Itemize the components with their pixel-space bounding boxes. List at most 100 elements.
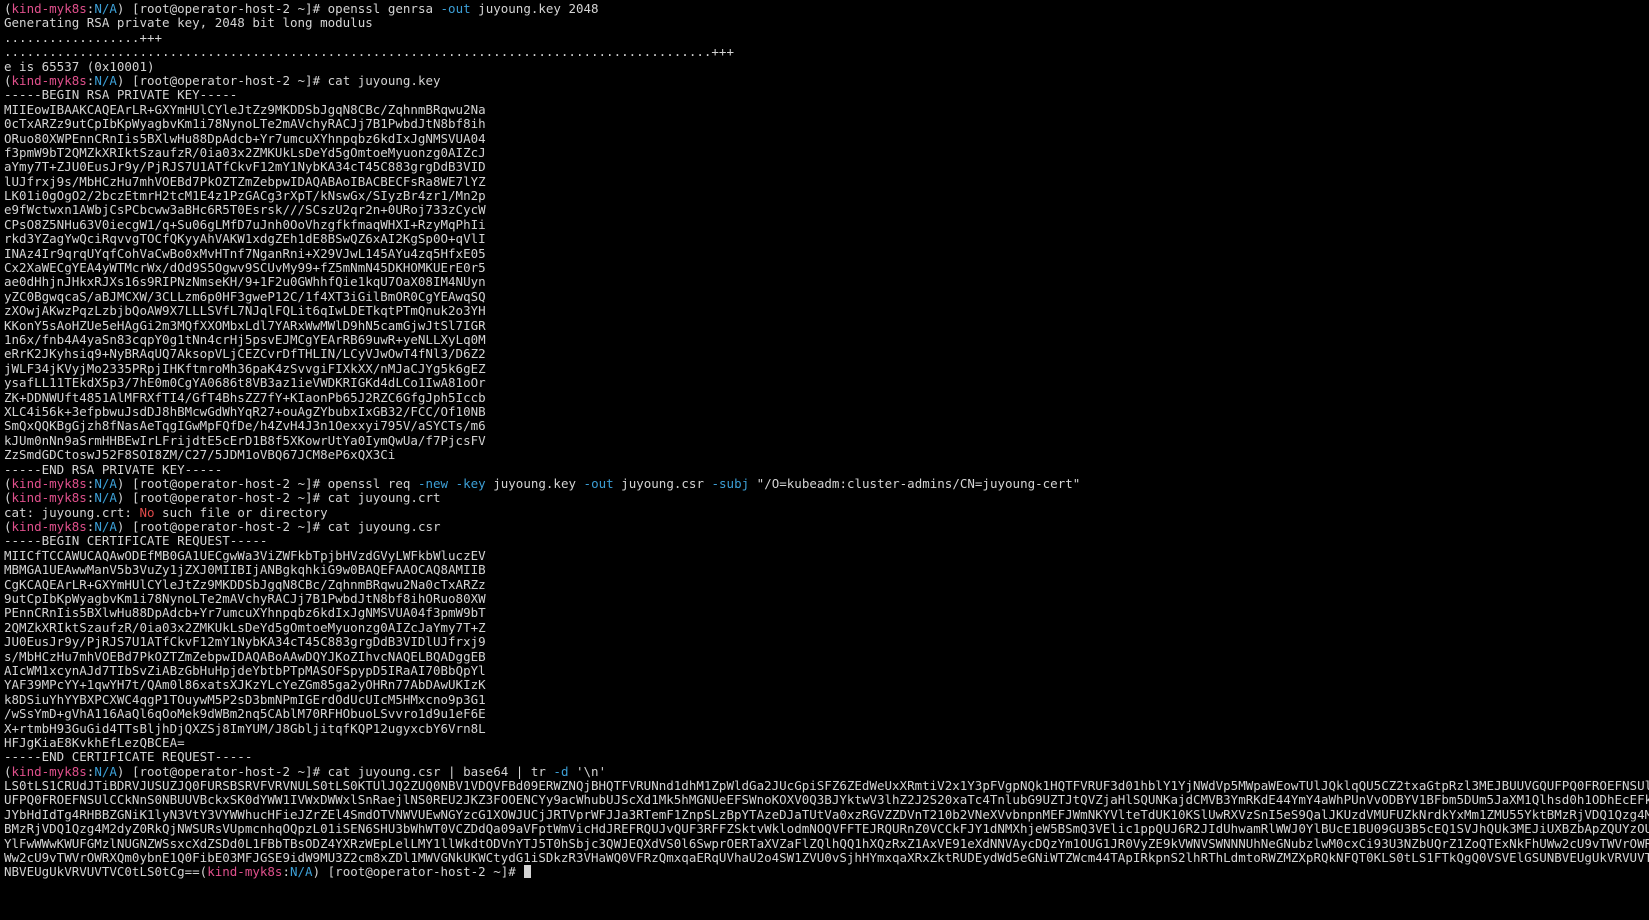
output-text: s/MbHCzHu7mhVOEBd7PkOZTZmZebpwIDAQABoAAw… bbox=[4, 649, 486, 664]
output-text: Cx2XaWECgYEA4yWTMcrWx/dOd9S5Ogwv9SCUvMy9… bbox=[4, 261, 486, 276]
output-text: INAz4Ir9qrqUYqfCohVaCwBo0xMvHTnf7NganRni… bbox=[4, 246, 486, 261]
output-line: -----END RSA PRIVATE KEY----- bbox=[4, 463, 1649, 477]
output-line: ae0dHhjnJHkxRJXs16s9RIPNzNmseKH/9+1F2u0G… bbox=[4, 275, 1649, 289]
terminal-window[interactable]: (kind-myk8s:N/A) [root@operator-host-2 ~… bbox=[4, 2, 1649, 920]
command-line: (kind-myk8s:N/A) [root@operator-host-2 ~… bbox=[4, 520, 1649, 534]
output-text: YlFwWWwKWUFGMzlNUGNZWSsxcXdZSDd0L1FBbTBs… bbox=[4, 836, 1649, 851]
prompt-host: [root@operator-host-2 ~]# bbox=[131, 491, 328, 506]
output-line: e is 65537 (0x10001) bbox=[4, 60, 1649, 74]
prompt-paren: ( bbox=[4, 520, 12, 535]
command-text: cat juyoung.crt bbox=[327, 491, 441, 506]
prompt-paren: ( bbox=[4, 764, 12, 779]
output-line: ORuo80XWPEnnCRnIis5BXlwHu88DpAdcb+Yr7umc… bbox=[4, 132, 1649, 146]
error-text: No bbox=[139, 505, 155, 520]
output-line: jWLF34jKVyjMo2335PRpjIHKftmroMh36paK4zSv… bbox=[4, 362, 1649, 376]
output-line: LK01i0gOgO2/2bczEtmrH2tcM1E4z1PzGACg3rXp… bbox=[4, 189, 1649, 203]
output-line: KKonY5sAoHZUe5eHAgGi2m3MQfXXOMbxLdl7YARx… bbox=[4, 319, 1649, 333]
output-line: AIcWM1xcynAJd7TIbSvZiABzGbHuHpjdeYbtbPTp… bbox=[4, 664, 1649, 678]
prompt-context: kind-myk8s bbox=[11, 520, 87, 535]
output-text: 2QMZkXRIktSzaufzR/0ia03x2ZMKUkLsDeYd5gOm… bbox=[4, 620, 486, 635]
prompt-paren: ( bbox=[4, 2, 12, 16]
command-text: cat: juyoung.crt: bbox=[4, 505, 140, 520]
command-text: juyoung.key 2048 bbox=[470, 2, 599, 16]
output-text: YAF39MPcYY+1qwYH7t/QAm0l86xatsXJKzYLcYeZ… bbox=[4, 678, 486, 693]
output-line: -----END CERTIFICATE REQUEST----- bbox=[4, 750, 1649, 764]
command-text: "/O=kubeadm:cluster-admins/CN=juyoung-ce… bbox=[749, 476, 1081, 491]
output-line: ..................+++ bbox=[4, 31, 1649, 45]
output-text: lUJfrxj9s/MbHCzHu7mhVOEBd7PkOZTZmZebpwID… bbox=[4, 174, 486, 189]
output-text: Ww2cU9vTWVrOWRXQm0ybnE1Q0FibE03MFJGSE9id… bbox=[4, 851, 1649, 866]
output-line: XLC4i56k+3efpbwuJsdDJ8hBMcwGdWhYqR27+ouA… bbox=[4, 405, 1649, 419]
output-text: 0cTxARZz9utCpIbKpWyagbvKm1i78NynoLTe2mAV… bbox=[4, 117, 486, 132]
prompt-namespace: N/A bbox=[94, 2, 117, 16]
output-text: -----END CERTIFICATE REQUEST----- bbox=[4, 750, 253, 765]
output-line: 1n6x/fnb4A4yaSn83cqpY0g1tNn4crHj5psvEJMC… bbox=[4, 333, 1649, 347]
output-line: lUJfrxj9s/MbHCzHu7mhVOEBd7PkOZTZmZebpwID… bbox=[4, 175, 1649, 189]
output-text: kJUm0nNn9aSrmHHBEwIrLFrijdtE5cErD1B8f5XK… bbox=[4, 433, 486, 448]
prompt-separator: : bbox=[282, 865, 290, 880]
output-text: MBMGA1UEAwwManV5b3VuZy1jZXJ0MIIBIjANBgkq… bbox=[4, 563, 486, 578]
output-line: SmQxQQKBgGjzh8fNasAeTqgIGwMpFQfDe/h4ZvH4… bbox=[4, 419, 1649, 433]
prompt-paren: ( bbox=[4, 491, 12, 506]
command-text bbox=[448, 477, 456, 491]
command-text: NBVEUgUkVRVUVTVC0tLS0tCg== bbox=[4, 865, 200, 880]
command-text: openssl req bbox=[327, 476, 418, 491]
output-text: ae0dHhjnJHkxRJXs16s9RIPNzNmseKH/9+1F2u0G… bbox=[4, 275, 486, 290]
prompt-namespace: N/A bbox=[290, 865, 313, 880]
output-line: Generating RSA private key, 2048 bit lon… bbox=[4, 16, 1649, 30]
command-line: (kind-myk8s:N/A) [root@operator-host-2 ~… bbox=[4, 2, 1649, 16]
command-text: openssl genrsa bbox=[327, 2, 441, 16]
output-text: UFPQ0FROEFNSUlCCkNnS0NBUUVBckxSK0dYWW1IV… bbox=[4, 793, 1649, 808]
output-line: k8DSiuYhYYBXPCXWC4qgP1TOuywM5P2sD3bmNPmI… bbox=[4, 693, 1649, 707]
output-text: MIIEowIBAAKCAQEArLR+GXYmHUlCYleJtZz9MKDD… bbox=[4, 102, 486, 117]
prompt-context: kind-myk8s bbox=[11, 73, 87, 88]
command-text: cat juyoung.key bbox=[327, 73, 441, 88]
output-text: KKonY5sAoHZUe5eHAgGi2m3MQfXXOMbxLdl7YARx… bbox=[4, 318, 486, 333]
output-text: 1n6x/fnb4A4yaSn83cqpY0g1tNn4crHj5psvEJMC… bbox=[4, 332, 486, 347]
output-text: jWLF34jKVyjMo2335PRpjIHKftmroMh36paK4zSv… bbox=[4, 361, 486, 376]
command-line: NBVEUgUkVRVUVTVC0tLS0tCg==(kind-myk8s:N/… bbox=[4, 865, 1649, 879]
output-line: BMzRjVDQ1Qzg4M2dyZ0RkQjNWSURsVUpmcnhqOQp… bbox=[4, 822, 1649, 836]
output-line: 9utCpIbKpWyagbvKm1i78NynoLTe2mAVchyRACJj… bbox=[4, 592, 1649, 606]
output-text: -----BEGIN CERTIFICATE REQUEST----- bbox=[4, 534, 268, 549]
output-line: -----BEGIN RSA PRIVATE KEY----- bbox=[4, 88, 1649, 102]
output-text: JYbHdIdTg4RHBBZGNiK1lyN3VtY3VYWWhucHFieJ… bbox=[4, 807, 1649, 822]
prompt-paren: ) bbox=[116, 73, 132, 88]
prompt-paren: ) bbox=[116, 491, 132, 506]
command-line: (kind-myk8s:N/A) [root@operator-host-2 ~… bbox=[4, 765, 1649, 779]
output-text: CgKCAQEArLR+GXYmHUlCYleJtZz9MKDDSbJgqN8C… bbox=[4, 577, 486, 592]
prompt-paren: ) bbox=[116, 476, 132, 491]
output-text: yZC0BgwqcaS/aBJMCXW/3CLLzm6p0HF3gweP12C/… bbox=[4, 289, 486, 304]
output-text: e9fWctwxn1AWbjCsPCbcww3aBHc6R5T0Esrsk///… bbox=[4, 203, 486, 218]
command-text: juyoung.key bbox=[485, 476, 584, 491]
command-option: -new bbox=[417, 476, 449, 491]
command-option: -out bbox=[583, 476, 614, 491]
output-line: YAF39MPcYY+1qwYH7t/QAm0l86xatsXJKzYLcYeZ… bbox=[4, 678, 1649, 692]
prompt-context: kind-myk8s bbox=[11, 476, 87, 491]
prompt-context: kind-myk8s bbox=[11, 764, 87, 779]
output-text: AIcWM1xcynAJd7TIbSvZiABzGbHuHpjdeYbtbPTp… bbox=[4, 663, 486, 678]
output-text: ........................................… bbox=[4, 45, 734, 60]
output-text: aYmy7T+ZJU0EusJr9y/PjRJS7U1ATfCkvF12mY1N… bbox=[4, 160, 486, 175]
output-line: X+rtmbH93GuGid4TTsBljhDjQXZSj8ImYUM/J8Gb… bbox=[4, 722, 1649, 736]
output-text: ZzSmdGDCtoswJ52F8SOI8ZM/C27/5JDM1oVBQ67J… bbox=[4, 448, 396, 463]
output-line: ZK+DDNWUft4851AlMFRXfTI4/GfT4BhsZZ7fY+KI… bbox=[4, 391, 1649, 405]
output-text: LS0tLS1CRUdJTiBDRVJUSUZJQ0FURSBSRVFVRVNU… bbox=[4, 779, 1649, 794]
prompt-namespace: N/A bbox=[94, 491, 117, 506]
output-text: X+rtmbH93GuGid4TTsBljhDjQXZSj8ImYUM/J8Gb… bbox=[4, 721, 486, 736]
output-line: rkd3YZagYwQciRqvvgTOCfQKyyAhVAKW1xdgZEh1… bbox=[4, 232, 1649, 246]
command-line: (kind-myk8s:N/A) [root@operator-host-2 ~… bbox=[4, 477, 1649, 491]
command-option: -out bbox=[440, 2, 471, 16]
output-text: BMzRjVDQ1Qzg4M2dyZ0RkQjNWSURsVUpmcnhqOQp… bbox=[4, 822, 1649, 837]
output-line: ........................................… bbox=[4, 45, 1649, 59]
output-line: ysafLL11TEkdX5p3/7hE0m0CgYA0686t8VB3az1i… bbox=[4, 376, 1649, 390]
output-text: MIICfTCCAWUCAQAwODEfMB0GA1UECgwWa3ViZWFk… bbox=[4, 548, 486, 563]
output-line: -----BEGIN CERTIFICATE REQUEST----- bbox=[4, 534, 1649, 548]
output-text: ZK+DDNWUft4851AlMFRXfTI4/GfT4BhsZZ7fY+KI… bbox=[4, 390, 486, 405]
output-text: -----END RSA PRIVATE KEY----- bbox=[4, 462, 223, 477]
prompt-paren: ) bbox=[312, 865, 328, 880]
output-line: f3pmW9bT2QMZkXRIktSzaufzR/0ia03x2ZMKUkLs… bbox=[4, 146, 1649, 160]
output-text: CPsO8Z5NHu63V0iecgW1/q+Su06gLMfD7uJnh0Oo… bbox=[4, 217, 486, 232]
output-text: PEnnCRnIis5BXlwHu88DpAdcb+Yr7umcuXYhnpqb… bbox=[4, 606, 486, 621]
prompt-context: kind-myk8s bbox=[11, 2, 87, 16]
